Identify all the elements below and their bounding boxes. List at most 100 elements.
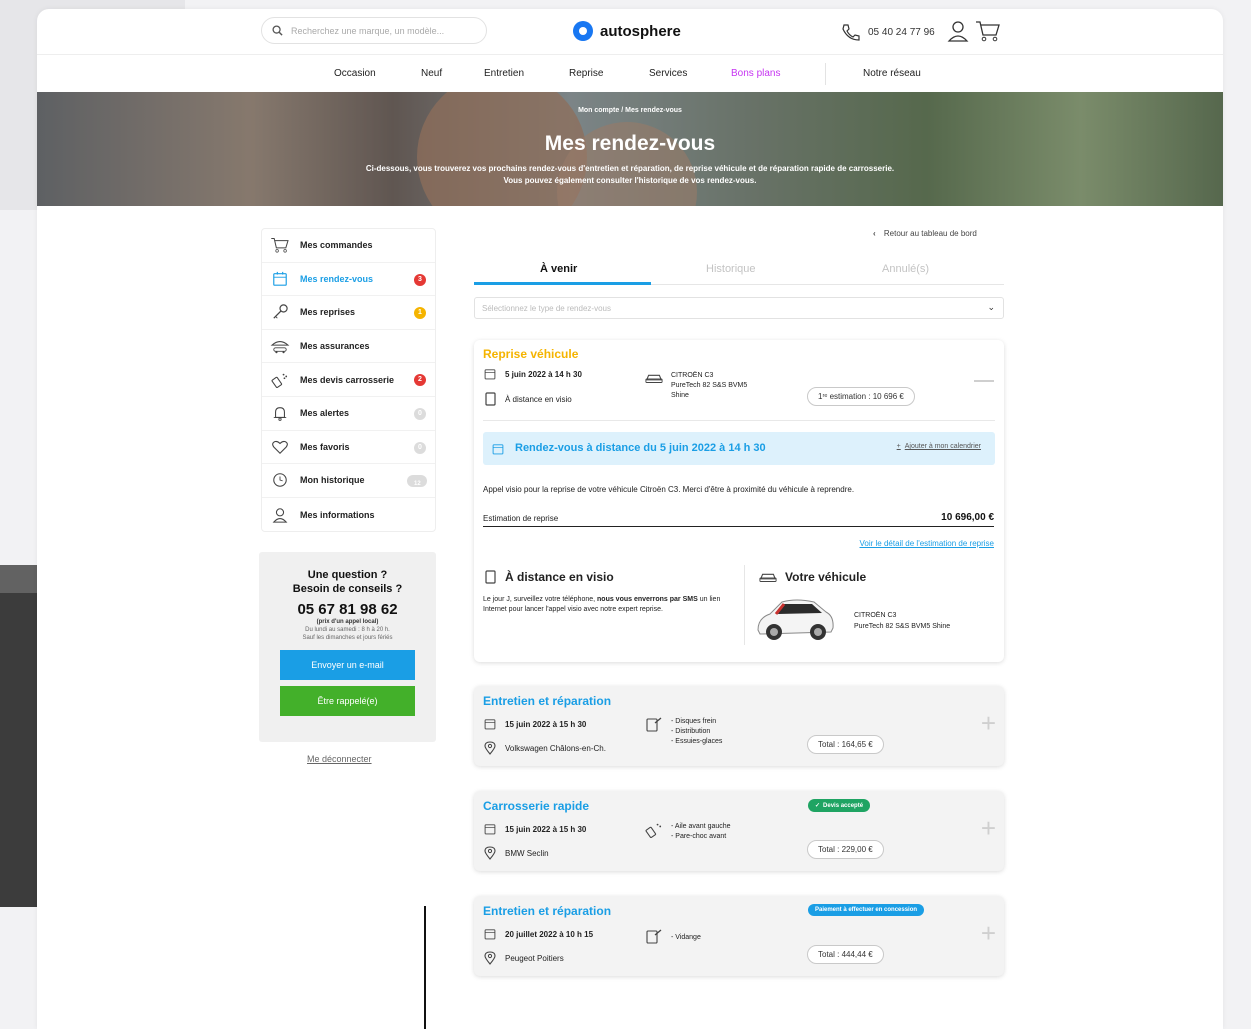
nav-item-notre-reseau[interactable]: Notre réseau — [863, 68, 921, 79]
date-text: 5 juin 2022 à 14 h 30 — [505, 369, 582, 379]
car-umbrella-icon — [270, 341, 290, 354]
sidebar-item-informations[interactable]: Mes informations — [262, 498, 435, 532]
tablet-icon — [485, 570, 496, 584]
sidebar-item-label: Mes informations — [300, 509, 375, 520]
service-item: - Disques frein — [671, 718, 717, 725]
help-title-line-1: Une question ? — [307, 569, 388, 581]
tab-annules[interactable]: Annulé(s) — [882, 263, 929, 275]
nav-item-reprise[interactable]: Reprise — [569, 68, 603, 79]
breadcrumb[interactable]: Mon compte / Mes rendez-vous — [37, 107, 1223, 114]
nav-item-entretien[interactable]: Entretien — [484, 68, 524, 79]
mode-text: À distance en visio — [505, 394, 572, 404]
phone-number: 05 40 24 77 96 — [868, 26, 935, 38]
nav-item-services[interactable]: Services — [649, 68, 687, 79]
main-nav: Occasion Neuf Entretien Reprise Services… — [37, 54, 1223, 92]
hero-description-line-2: Vous pouvez également consulter l'histor… — [503, 176, 757, 185]
sidebar-item-assurances[interactable]: Mes assurances — [262, 330, 435, 364]
visio-text-1: Le jour J, surveillez votre téléphone, — [483, 596, 596, 603]
spray-icon — [271, 373, 288, 388]
logo-text: autosphere — [600, 22, 681, 40]
nav-item-occasion[interactable]: Occasion — [334, 68, 376, 79]
services-list: - Aile avant gauche - Pare-choc avant — [645, 822, 731, 842]
expand-plus-icon[interactable]: + — [981, 708, 996, 739]
appointment-card[interactable]: Entretien et réparation Paiement à effec… — [474, 896, 1004, 976]
sidebar-item-alertes[interactable]: Mes alertes 0 — [262, 397, 435, 431]
card-title: Entretien et réparation — [483, 694, 612, 708]
place-text: Peugeot Poitiers — [505, 953, 564, 963]
history-icon — [273, 473, 287, 488]
status-badge: ✓ Devis accepté — [808, 799, 871, 812]
nav-item-bons-plans[interactable]: Bons plans — [731, 68, 780, 79]
logout-link[interactable]: Me déconnecter — [307, 754, 372, 764]
nav-divider — [825, 63, 826, 85]
vehicle-title-text: Votre véhicule — [785, 570, 867, 584]
estimate-badge: 1ʳᵉ estimation : 10 696 € — [807, 387, 915, 406]
hero-description-line-1: Ci-dessous, vous trouverez vos prochains… — [365, 164, 895, 173]
chevron-left-icon: ‹ — [873, 229, 876, 238]
add-to-calendar-link[interactable]: + Ajouter à mon calendrier — [897, 443, 981, 450]
vehicle-line-2: PureTech 82 S&S BVM5 — [671, 382, 748, 389]
nav-item-neuf[interactable]: Neuf — [421, 68, 442, 79]
sidebar-item-historique[interactable]: Mon historique 12 — [262, 464, 435, 498]
back-link[interactable]: ‹ Retour au tableau de bord — [873, 229, 977, 238]
help-phone[interactable]: 05 67 81 98 62 — [259, 601, 436, 618]
help-hours-2: Sauf les dimanches et jours fériés — [302, 635, 393, 641]
card-title: Reprise véhicule — [483, 347, 579, 361]
vehicle-section-title: Votre véhicule — [759, 570, 866, 584]
phone-link[interactable]: 05 40 24 77 96 — [840, 23, 935, 41]
help-hours-1: Du lundi au samedi : 8 h à 20 h. — [305, 627, 390, 633]
visio-banner: Rendez-vous à distance du 5 juin 2022 à … — [483, 432, 995, 465]
cart-icon[interactable] — [975, 20, 1001, 42]
sidebar-item-rendez-vous[interactable]: Mes rendez-vous 3 — [262, 263, 435, 297]
logo[interactable]: autosphere — [573, 21, 681, 41]
sidebar-item-label: Mes rendez-vous — [300, 273, 374, 284]
sidebar-item-label: Mon historique — [300, 475, 365, 486]
calendar-icon — [484, 929, 496, 940]
visio-instructions: Le jour J, surveillez votre téléphone, n… — [483, 595, 733, 615]
appointment-place: Peugeot Poitiers — [483, 951, 564, 965]
sidebar-item-commandes[interactable]: Mes commandes — [262, 229, 435, 263]
sidebar-item-reprises[interactable]: Mes reprises 1 — [262, 296, 435, 330]
estimate-detail-link[interactable]: Voir le détail de l'estimation de repris… — [860, 539, 995, 548]
reprise-card: Reprise véhicule 5 juin 2022 à 14 h 30 À… — [474, 340, 1004, 662]
user-account-icon[interactable] — [947, 20, 969, 42]
notification-badge: 1 — [414, 307, 426, 320]
collapse-icon[interactable] — [974, 380, 994, 382]
place-text: Volkswagen Châlons-en-Ch. — [505, 743, 606, 753]
total-badge: Total : 164,65 € — [807, 735, 884, 754]
total-badge: Total : 444,44 € — [807, 945, 884, 964]
sidebar-item-devis-carrosserie[interactable]: Mes devis carrosserie 2 — [262, 363, 435, 397]
add-to-calendar-label: Ajouter à mon calendrier — [904, 443, 981, 450]
appointment-card[interactable]: Carrosserie rapide ✓ Devis accepté 15 jui… — [474, 791, 1004, 871]
page-window: Recherchez une marque, un modèle... auto… — [37, 9, 1223, 1029]
appointment-mode: À distance en visio — [483, 392, 572, 406]
send-email-button[interactable]: Envoyer un e-mail — [280, 650, 415, 680]
tab-a-venir[interactable]: À venir — [540, 263, 577, 275]
vehicle-line-1: CITROËN C3 — [671, 372, 714, 379]
search-input[interactable]: Recherchez une marque, un modèle... — [261, 17, 487, 44]
sidebar-item-label: Mes favoris — [300, 441, 350, 452]
logo-icon — [573, 21, 593, 41]
text-cursor — [424, 906, 426, 1029]
vehicle-line-3: Shine — [671, 392, 689, 399]
sidebar-item-label: Mes reprises — [300, 307, 356, 318]
visio-title-text: À distance en visio — [505, 570, 614, 584]
expand-plus-icon[interactable]: + — [981, 813, 996, 844]
tab-historique[interactable]: Historique — [706, 263, 756, 275]
appointment-card[interactable]: Entretien et réparation 15 juin 2022 à 1… — [474, 686, 1004, 766]
vehicle-info: CITROËN C3 PureTech 82 S&S BVM5 Shine — [645, 371, 747, 401]
notification-badge: 3 — [414, 273, 426, 286]
appointment-date: 15 juin 2022 à 15 h 30 — [483, 822, 586, 836]
card-title: Entretien et réparation — [483, 904, 612, 918]
callback-button[interactable]: Être rappelé(e) — [280, 686, 415, 716]
expand-plus-icon[interactable]: + — [981, 918, 996, 949]
heart-icon — [272, 440, 288, 454]
sidebar-item-label: Mes commandes — [300, 240, 373, 251]
appointment-type-select[interactable]: Sélectionnez le type de rendez-vous ⌄ — [474, 297, 1004, 319]
status-badge-label: Devis accepté — [823, 803, 864, 809]
key-icon — [273, 304, 288, 320]
bell-icon — [273, 407, 287, 422]
vehicle-details: CITROËN C3 PureTech 82 S&S BVM5 Shine — [854, 610, 950, 632]
sidebar-item-favoris[interactable]: Mes favoris 0 — [262, 431, 435, 465]
active-tab-indicator — [474, 282, 651, 285]
